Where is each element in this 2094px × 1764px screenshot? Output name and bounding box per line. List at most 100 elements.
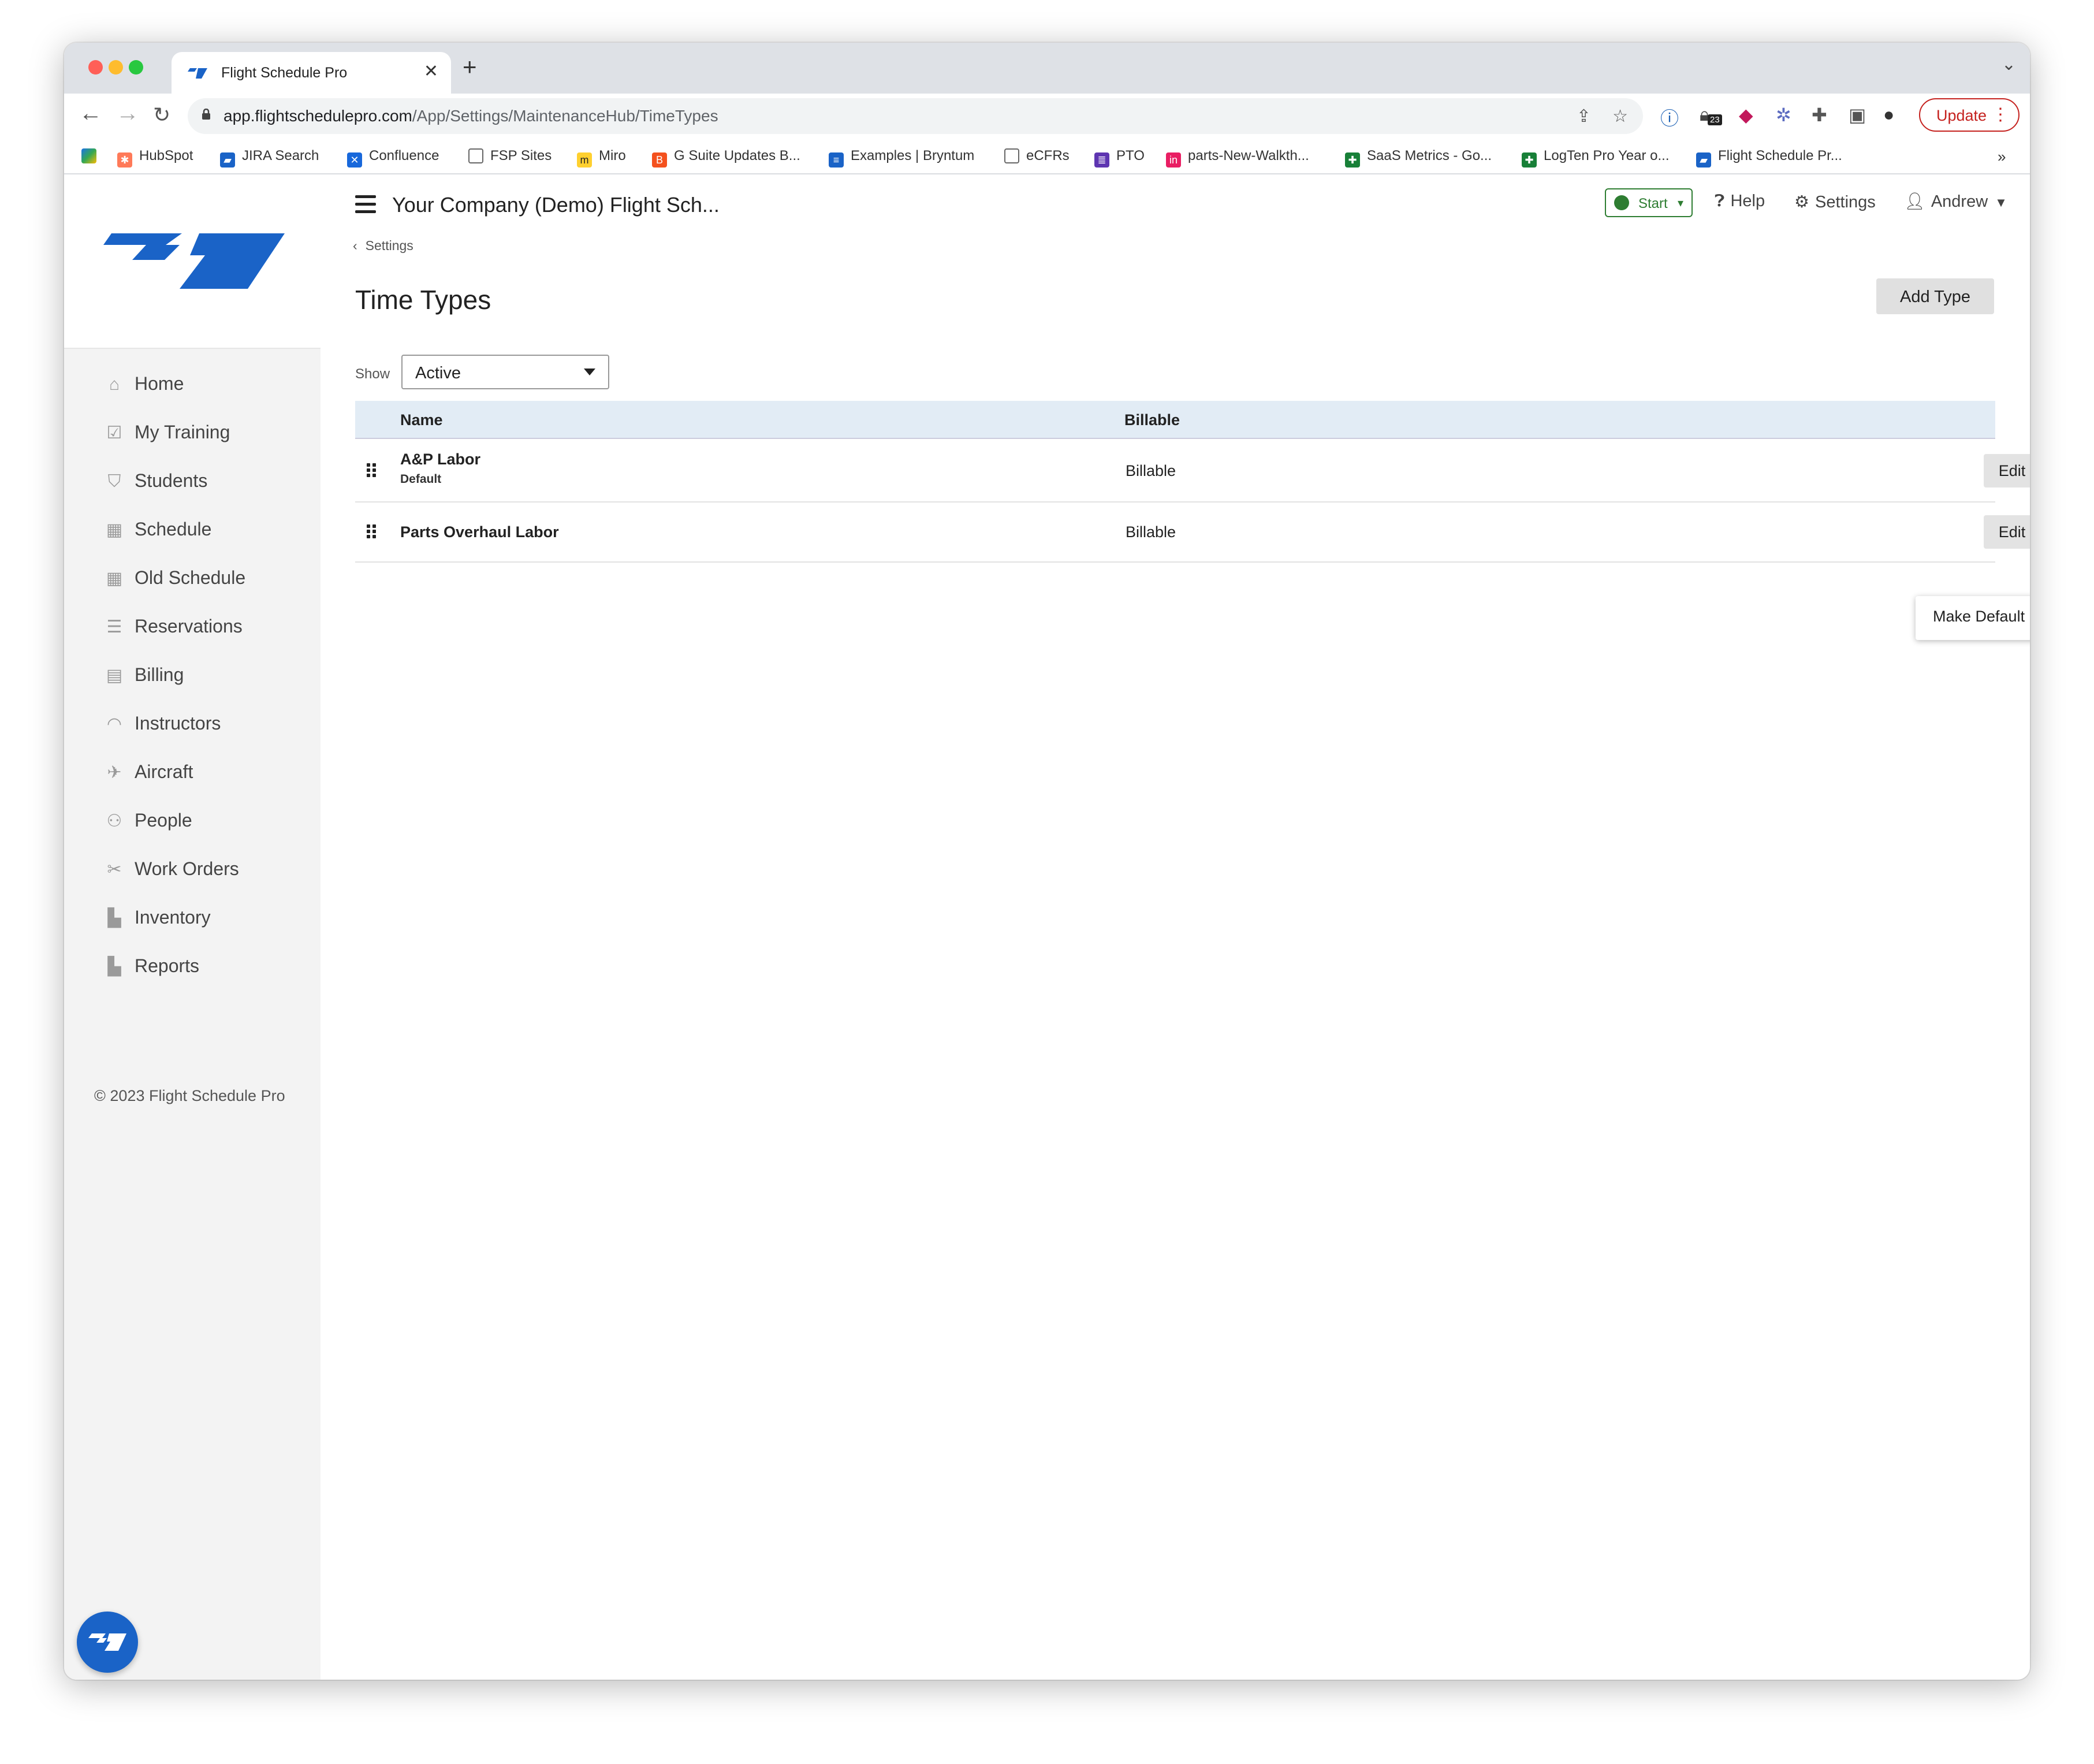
extension-tag-icon[interactable]: ◆ (1739, 104, 1753, 126)
browser-toolbar: ← → ↻ app.flightschedulepro.com/App/Sett… (64, 94, 2030, 140)
fsp-logo-icon[interactable] (103, 231, 285, 291)
menu-dots-icon: ⋮ (1992, 105, 2009, 124)
sidebar-item-label: Reports (135, 955, 200, 976)
user-menu[interactable]: 👤︎ Andrew ▼ (1904, 192, 2013, 211)
clock-icon (1614, 195, 1629, 210)
update-button[interactable]: Update ⋮ (1919, 98, 2020, 132)
bookmark-saas-metrics[interactable]: ✚ SaaS Metrics - Go... (1345, 148, 1492, 168)
minimize-window-button[interactable] (109, 60, 123, 75)
settings-link[interactable]: ⚙ Settings (1794, 192, 1876, 212)
new-tab-button[interactable]: + (463, 53, 477, 81)
start-button[interactable]: Start ▾ (1605, 188, 1693, 217)
bookmarks-overflow-icon[interactable]: » (1998, 148, 2006, 166)
page-title: Time Types (355, 285, 491, 315)
sidebar-item-inventory[interactable]: ▙ Inventory (105, 907, 211, 928)
drag-handle-icon[interactable] (367, 463, 377, 477)
bookmark-label: parts-New-Walkth... (1188, 148, 1309, 163)
tab-search-chevron-icon[interactable]: ⌄ (2002, 54, 2016, 75)
close-window-button[interactable] (88, 60, 103, 75)
sidebar-item-reports[interactable]: ▙ Reports (105, 955, 199, 977)
extension-lock-icon[interactable]: 🔒︎ 23 (1700, 104, 1722, 126)
address-bar[interactable]: app.flightschedulepro.com/App/Settings/M… (188, 98, 1643, 134)
sidebar-item-instructors[interactable]: ◠ Instructors (105, 713, 221, 734)
edit-button[interactable]: Edit (1984, 515, 2030, 549)
bookmarks-bar: ✱ HubSpot ▰ JIRA Search ✕ Confluence FSP Si… (64, 140, 2030, 174)
hamburger-menu-icon[interactable] (355, 195, 376, 218)
edit-button[interactable]: Edit (1984, 454, 2030, 487)
share-icon[interactable]: ⇪ (1577, 106, 1591, 126)
sidebar-item-old-schedule[interactable]: ▦ Old Schedule (105, 567, 245, 589)
close-tab-icon[interactable]: ✕ (424, 61, 438, 81)
sidebar-item-label: Home (135, 373, 184, 394)
bookmark-flight-schedule-pro[interactable]: ▰ Flight Schedule Pr... (1696, 148, 1842, 168)
time-type-name: Parts Overhaul Labor (400, 523, 559, 541)
help-circle-icon: ❓︎ (1715, 192, 1725, 210)
bookmark-gsuite[interactable]: BG Suite Updates B... (652, 148, 800, 168)
main-content: Your Company (Demo) Flight Sch... Start … (321, 176, 2030, 1680)
lock-icon (202, 109, 210, 120)
bookmark-label: HubSpot (139, 148, 193, 163)
sidebar-item-home[interactable]: ⌂ Home (105, 373, 184, 395)
drag-handle-icon[interactable] (367, 524, 377, 538)
row-actions: Edit (1984, 454, 2030, 487)
bookmark-label: SaaS Metrics - Go... (1367, 148, 1492, 163)
drive-bookmark-icon[interactable] (81, 148, 103, 164)
bookmark-confluence[interactable]: ✕ Confluence (347, 148, 439, 168)
browser-tab[interactable]: Flight Schedule Pro ✕ (172, 52, 451, 94)
password-manager-icon[interactable]: ⓘ (1660, 104, 1679, 131)
show-filter-label: Show (355, 366, 390, 382)
forward-arrow-icon[interactable]: → (116, 101, 139, 126)
sidebar-item-label: Inventory (135, 907, 211, 928)
zoom-window-button[interactable] (129, 60, 143, 75)
table-row: A&P Labor Default Billable Edit (355, 439, 2030, 503)
home-icon: ⌂ (109, 375, 120, 394)
table-header: Name Billable (355, 401, 1995, 439)
bookmark-fsp-sites[interactable]: FSP Sites (468, 148, 552, 164)
table-row: Parts Overhaul Labor Billable Edit (355, 503, 2030, 563)
bookmark-logten[interactable]: ✚ LogTen Pro Year o... (1522, 148, 1670, 168)
calendar-icon: ▦ (106, 569, 123, 588)
copyright: © 2023 Flight Schedule Pro (94, 1087, 285, 1104)
calendar-icon: ▦ (106, 520, 123, 539)
bookmark-hubspot[interactable]: ✱ HubSpot (117, 148, 193, 168)
sidebar-item-schedule[interactable]: ▦ Schedule (105, 519, 212, 540)
help-launcher-button[interactable] (77, 1612, 138, 1673)
sidebar-item-my-training[interactable]: ☑ My Training (105, 422, 230, 443)
bookmark-label: PTO (1116, 148, 1145, 163)
default-label: Default (400, 472, 442, 486)
extension-badge: 23 (1708, 114, 1722, 125)
sidebar-item-people[interactable]: ⚇ People (105, 810, 192, 831)
bookmark-star-icon[interactable]: ☆ (1612, 106, 1628, 126)
bookmark-parts-walkthrough[interactable]: in parts-New-Walkth... (1166, 148, 1309, 168)
reload-icon[interactable]: ↻ (153, 103, 170, 127)
bookmark-label: G Suite Updates B... (674, 148, 800, 163)
bookmark-bryntum[interactable]: ≡ Examples | Bryntum (829, 148, 974, 168)
sidebar-item-reservations[interactable]: ☰ Reservations (105, 616, 243, 637)
graduation-cap-icon: ⛉ (107, 472, 121, 491)
sidebar-item-work-orders[interactable]: ✂ Work Orders (105, 858, 239, 880)
bookmark-pto[interactable]: ≣ PTO (1094, 148, 1145, 168)
sidebar-item-label: Schedule (135, 519, 212, 539)
list-icon: ☰ (106, 617, 122, 637)
help-label: Help (1730, 192, 1765, 210)
show-filter-select[interactable]: Active (401, 355, 609, 389)
side-panel-icon[interactable]: ▣ (1849, 104, 1866, 126)
bookmark-jira[interactable]: ▰ JIRA Search (220, 148, 319, 168)
bookmark-label: Miro (599, 148, 626, 163)
extension-gear-icon[interactable]: ✲ (1776, 104, 1791, 126)
sidebar-item-aircraft[interactable]: ✈ Aircraft (105, 761, 193, 783)
sidebar-item-billing[interactable]: ▤ Billing (105, 664, 184, 686)
help-link[interactable]: ❓︎ Help (1715, 192, 1765, 211)
airplane-icon: ✈ (107, 763, 122, 782)
bookmark-miro[interactable]: m Miro (577, 148, 626, 168)
breadcrumb[interactable]: ‹ Settings (353, 238, 413, 254)
profile-avatar-icon[interactable]: ● (1883, 104, 1894, 125)
extensions-puzzle-icon[interactable]: ✚ (1812, 104, 1827, 126)
back-arrow-icon[interactable]: ← (79, 101, 102, 126)
tab-strip: Flight Schedule Pro ✕ + ⌄ (64, 43, 2030, 94)
make-default-menu-item[interactable]: Make Default (1916, 596, 2030, 640)
add-type-button[interactable]: Add Type (1876, 278, 1994, 314)
sidebar-item-students[interactable]: ⛉ Students (105, 470, 208, 492)
time-type-name: A&P Labor (400, 451, 481, 468)
bookmark-ecfrs[interactable]: eCFRs (1004, 148, 1070, 164)
